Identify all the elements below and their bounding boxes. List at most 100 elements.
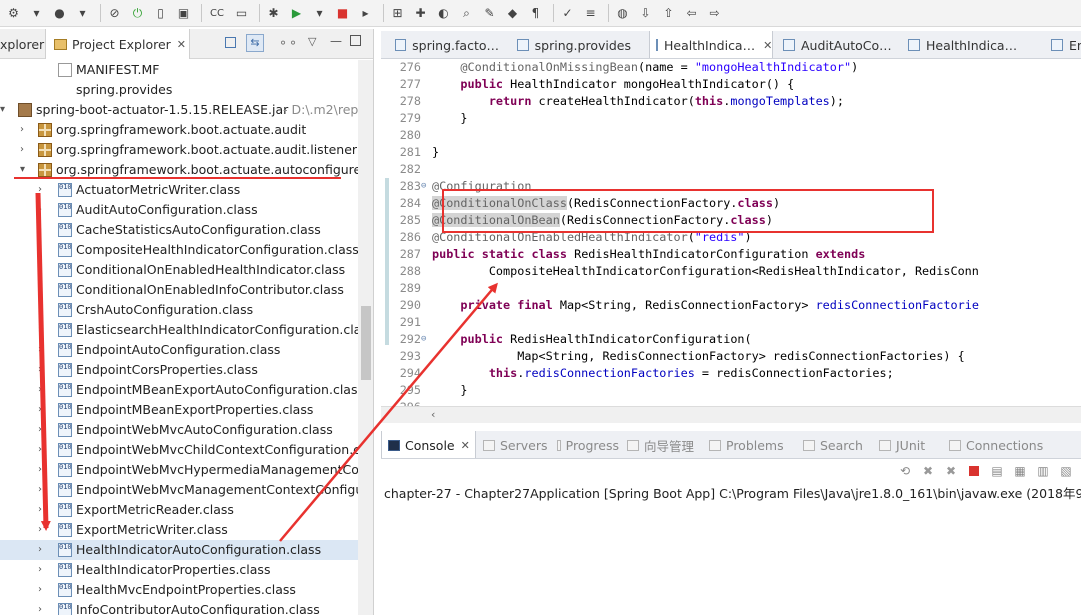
editor-tab[interactable]: En xyxy=(1045,31,1081,58)
code-editor[interactable]: 276 @ConditionalOnMissingBean(name = "mo… xyxy=(381,59,1081,406)
console-tab[interactable]: JUnit xyxy=(873,431,941,458)
bug-icon[interactable]: ✱ xyxy=(264,4,283,23)
expand-arrow-icon[interactable]: › xyxy=(38,540,42,560)
annotation-icon[interactable]: ¶ xyxy=(526,4,545,23)
expand-arrow-icon[interactable]: › xyxy=(38,580,42,600)
scroll-left-icon[interactable]: ‹ xyxy=(431,408,435,421)
tree-item[interactable]: ▾ org.springframework.boot.actuate.autoco… xyxy=(0,160,358,180)
expand-arrow-icon[interactable]: › xyxy=(38,340,42,360)
tree-item[interactable]: › 010 EndpointWebMvcHypermediaManagementCo… xyxy=(0,460,358,480)
tree-item[interactable]: › 010 ExportMetricReader.class xyxy=(0,500,358,520)
pin-console-icon[interactable]: ▧ xyxy=(1057,462,1075,480)
toggle-icon[interactable]: ▯ xyxy=(151,4,170,23)
scroll-lock-icon[interactable]: ▦ xyxy=(1011,462,1029,480)
tree-item[interactable]: › 010 ExportMetricWriter.class xyxy=(0,520,358,540)
editor-tab[interactable]: spring.facto… xyxy=(389,31,499,58)
tab-project-explorer[interactable]: Project Explorer ✕ xyxy=(45,29,190,59)
tree-scrollbar-thumb[interactable] xyxy=(361,306,371,380)
expand-arrow-icon[interactable]: › xyxy=(38,560,42,580)
remove-launch-icon[interactable]: ⟲ xyxy=(896,462,914,480)
fold-icon[interactable]: ⊖ xyxy=(421,331,426,348)
close-icon[interactable]: ✕ xyxy=(461,439,470,452)
expand-arrow-icon[interactable]: › xyxy=(38,420,42,440)
close-icon[interactable]: ✕ xyxy=(763,39,772,52)
format-icon[interactable]: ≡ xyxy=(581,4,600,23)
link-editor-icon[interactable]: ⇆ xyxy=(246,34,264,52)
tree-item[interactable]: › 010 EndpointMBeanExportProperties.class xyxy=(0,400,358,420)
minimize-view-icon[interactable]: — xyxy=(330,34,342,48)
close-icon[interactable]: ✕ xyxy=(177,38,186,51)
stop-icon[interactable] xyxy=(965,462,983,480)
tree-item[interactable]: › 010 ActuatorMetricWriter.class xyxy=(0,180,358,200)
view-menu-icon[interactable]: ⚬⚬ xyxy=(278,36,298,50)
editor-tab[interactable]: spring.provides xyxy=(511,31,631,58)
marker-icon[interactable]: ◆ xyxy=(503,4,522,23)
tree-item[interactable]: › 010 CacheStatisticsAutoConfiguration.cla… xyxy=(0,220,358,240)
tree-item[interactable]: MANIFEST.MF xyxy=(0,60,358,80)
expand-arrow-icon[interactable]: › xyxy=(38,200,42,220)
pin-icon[interactable]: ✓ xyxy=(558,4,577,23)
console-output[interactable] xyxy=(381,502,1081,615)
expand-arrow-icon[interactable]: › xyxy=(38,400,42,420)
collapse-arrow-icon[interactable]: ▾ xyxy=(0,100,5,120)
tree-item[interactable]: › 010 ConditionalOnEnabledHealthIndicator.… xyxy=(0,260,358,280)
run-config-icon[interactable]: ▾ xyxy=(310,4,329,23)
tab-package-explorer[interactable]: xplorer xyxy=(0,29,44,59)
tree-item[interactable]: › 010 EndpointCorsProperties.class xyxy=(0,360,358,380)
prev-annotation-icon[interactable]: ⇧ xyxy=(659,4,678,23)
tree-item[interactable]: ▾ spring-boot-actuator-1.5.15.RELEASE.jar… xyxy=(0,100,358,120)
expand-arrow-icon[interactable]: › xyxy=(38,180,42,200)
word-wrap-icon[interactable]: ▥ xyxy=(1034,462,1052,480)
expand-arrow-icon[interactable]: › xyxy=(20,120,24,140)
run-icon[interactable]: ▶ xyxy=(287,4,306,23)
expand-arrow-icon[interactable]: › xyxy=(38,360,42,380)
editor-tab[interactable]: HealthIndica… xyxy=(902,31,1038,58)
expand-arrow-icon[interactable]: › xyxy=(38,520,42,540)
build-icon[interactable]: ▸ xyxy=(356,4,375,23)
tree-item[interactable]: › 010 EndpointWebMvcManagementContextConfi… xyxy=(0,480,358,500)
tree-item[interactable]: › 010 ConditionalOnEnabledInfoContributor.… xyxy=(0,280,358,300)
editor-horizontal-scrollbar[interactable]: ‹ xyxy=(381,406,1081,423)
expand-arrow-icon[interactable]: › xyxy=(38,460,42,480)
console-tab[interactable]: Servers xyxy=(477,431,549,458)
terminate-icon[interactable]: ✖ xyxy=(919,462,937,480)
next-annotation-icon[interactable]: ⇩ xyxy=(636,4,655,23)
globe-icon[interactable]: ◍ xyxy=(613,4,632,23)
expand-arrow-icon[interactable]: › xyxy=(38,280,42,300)
new-package-icon[interactable]: ⊞ xyxy=(388,4,407,23)
stop-icon[interactable]: ■ xyxy=(333,4,352,23)
expand-arrow-icon[interactable]: › xyxy=(38,240,42,260)
console-tab[interactable]: Progress xyxy=(551,431,619,458)
console-tab[interactable]: 向导管理 xyxy=(621,431,701,458)
tree-item[interactable]: › 010 ElasticsearchHealthIndicatorConfigur… xyxy=(0,320,358,340)
remove-all-icon[interactable]: ✖ xyxy=(942,462,960,480)
tree-item[interactable]: › 010 HealthMvcEndpointProperties.class xyxy=(0,580,358,600)
open-type-icon[interactable]: ◐ xyxy=(434,4,453,23)
back-icon[interactable]: ⇦ xyxy=(682,4,701,23)
expand-arrow-icon[interactable]: › xyxy=(38,300,42,320)
expand-arrow-icon[interactable]: › xyxy=(38,320,42,340)
forward-icon[interactable]: ⇨ xyxy=(705,4,724,23)
spring-boot-icon[interactable]: ⏻ xyxy=(128,4,147,23)
tree-item[interactable]: › 010 AuditAutoConfiguration.class xyxy=(0,200,358,220)
folder-icon[interactable]: ▭ xyxy=(232,4,251,23)
fold-icon[interactable]: ⊖ xyxy=(421,178,426,195)
tree-item[interactable]: › 010 EndpointAutoConfiguration.class xyxy=(0,340,358,360)
new-class-icon[interactable]: ✚ xyxy=(411,4,430,23)
pencil-icon[interactable]: ✎ xyxy=(480,4,499,23)
profile-icon[interactable]: ● xyxy=(50,4,69,23)
settings-icon[interactable]: ▾ xyxy=(73,4,92,23)
clear-console-icon[interactable]: ▤ xyxy=(988,462,1006,480)
editor-tab[interactable]: HealthIndica… ✕ xyxy=(649,31,773,58)
tree-item[interactable]: › 010 EndpointMBeanExportAutoConfiguration… xyxy=(0,380,358,400)
maximize-view-icon[interactable] xyxy=(350,35,361,46)
expand-arrow-icon[interactable]: › xyxy=(38,480,42,500)
tree-item[interactable]: › 010 CompositeHealthIndicatorConfiguratio… xyxy=(0,240,358,260)
expand-arrow-icon[interactable]: › xyxy=(38,500,42,520)
tree-item[interactable]: › org.springframework.boot.actuate.audit.… xyxy=(0,140,358,160)
terminal-icon[interactable]: ▣ xyxy=(174,4,193,23)
tree-item[interactable]: › 010 EndpointWebMvcChildContextConfigurat… xyxy=(0,440,358,460)
cc-button[interactable]: CC xyxy=(206,4,228,23)
console-tab[interactable]: Connections xyxy=(943,431,1053,458)
chevron-down-icon[interactable]: ▽ xyxy=(308,35,316,48)
